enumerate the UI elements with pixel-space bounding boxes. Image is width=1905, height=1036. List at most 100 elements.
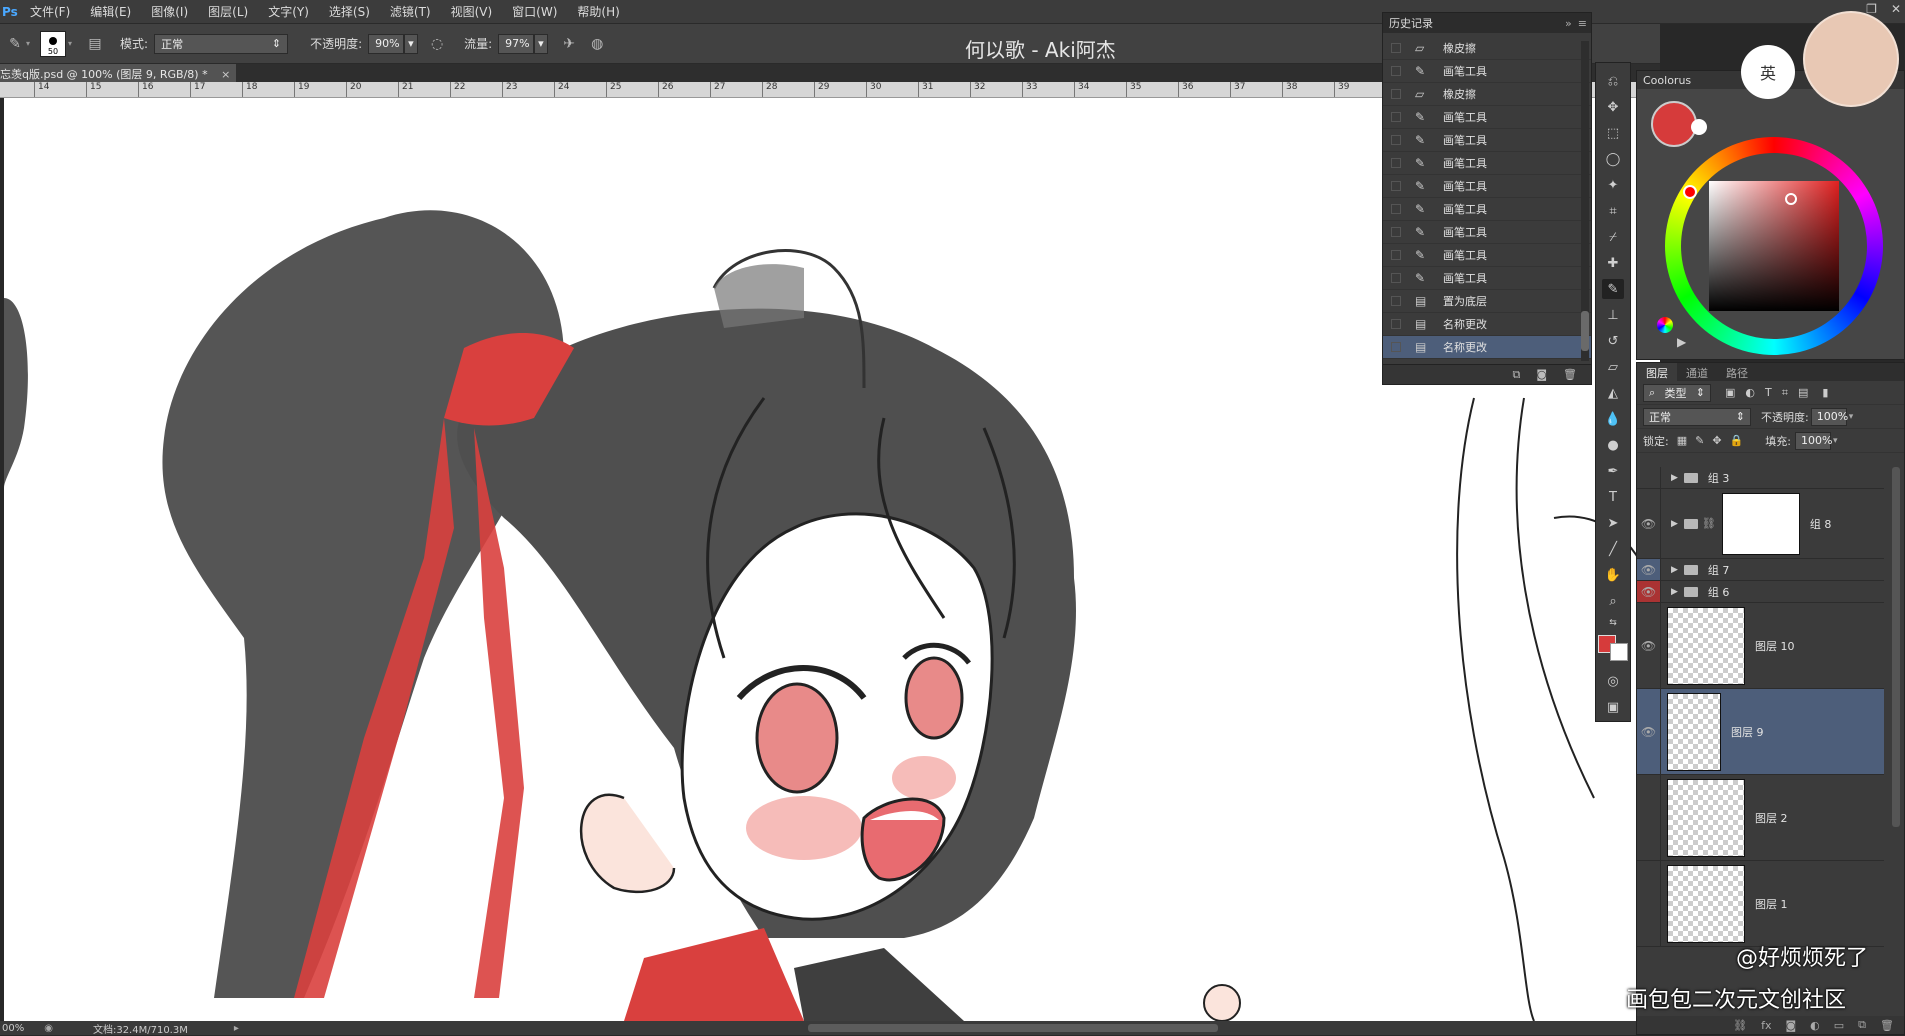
eye-icon[interactable]: 👁 (1637, 603, 1661, 688)
panel-menu-icon[interactable]: ≡ (1578, 17, 1587, 30)
layer-row[interactable]: 图层 2 (1637, 775, 1884, 861)
color-swatches[interactable] (1598, 635, 1628, 665)
menu-image[interactable]: 图像(I) (141, 3, 198, 20)
visibility-toggle[interactable] (1637, 861, 1661, 946)
background-color[interactable] (1610, 643, 1628, 661)
tab-layers[interactable]: 图层 (1637, 363, 1677, 381)
layer-opacity-input[interactable]: 100% (1810, 407, 1848, 426)
swap-colors-icon[interactable]: ⇆ (1602, 617, 1624, 629)
history-brush-icon[interactable]: ↺ (1602, 331, 1624, 351)
crop-tool-icon[interactable]: ⌗ (1602, 201, 1624, 221)
menu-layer[interactable]: 图层(L) (198, 3, 258, 20)
history-checkbox[interactable] (1391, 250, 1401, 260)
history-checkbox[interactable] (1391, 296, 1401, 306)
paint-bucket-icon[interactable]: ◭ (1602, 383, 1624, 403)
screen-mode-icon[interactable]: ▣ (1602, 697, 1624, 717)
history-checkbox[interactable] (1391, 112, 1401, 122)
history-brush-panel-icon[interactable]: ⎌ (1602, 71, 1624, 91)
visibility-toggle[interactable] (1637, 775, 1661, 860)
mask-icon[interactable]: ◙ (1785, 1019, 1796, 1032)
eraser-tool-icon[interactable]: ▱ (1602, 357, 1624, 377)
menu-window[interactable]: 窗口(W) (502, 3, 567, 20)
expand-arrow-icon[interactable]: ▶ (1671, 587, 1678, 597)
filter-pixel-icon[interactable]: ▣ (1725, 386, 1735, 399)
history-item[interactable]: ▤ 置为底层 (1383, 290, 1591, 313)
history-checkbox[interactable] (1391, 158, 1401, 168)
history-item[interactable]: ✎ 画笔工具 (1383, 129, 1591, 152)
layer-row-selected[interactable]: 👁 图层 9 (1637, 689, 1884, 775)
history-item[interactable]: ✎ 画笔工具 (1383, 60, 1591, 83)
new-group-icon[interactable]: ▭ (1834, 1019, 1844, 1032)
path-select-icon[interactable]: ➤ (1602, 513, 1624, 533)
lock-all-icon[interactable]: 🔒 (1730, 434, 1744, 447)
opacity-input[interactable]: 90% (368, 33, 405, 54)
history-checkbox[interactable] (1391, 319, 1401, 329)
expand-arrow-icon[interactable]: ▶ (1671, 473, 1678, 483)
airbrush-icon[interactable]: ✈ (558, 33, 580, 55)
lock-pixels-icon[interactable]: ✎ (1695, 434, 1704, 447)
history-item[interactable]: ✎ 画笔工具 (1383, 152, 1591, 175)
collapse-panel-icon[interactable]: » (1565, 17, 1572, 30)
pressure-opacity-icon[interactable]: ◌ (426, 33, 448, 55)
history-checkbox[interactable] (1391, 181, 1401, 191)
expand-arrow-icon[interactable]: ▶ (1671, 565, 1678, 575)
horizontal-scrollbar[interactable] (808, 1024, 1218, 1032)
history-item[interactable]: ▱ 橡皮擦 (1383, 83, 1591, 106)
group-mask-thumbnail[interactable] (1721, 492, 1800, 555)
opacity-dropdown-icon[interactable]: ▾ (404, 33, 419, 54)
eye-icon[interactable]: 👁 (1637, 559, 1661, 580)
blend-mode-select[interactable]: 正常 ⇕ (1643, 407, 1751, 426)
filter-toggle-icon[interactable]: ▮ (1822, 386, 1828, 399)
pressure-size-icon[interactable]: ◍ (586, 33, 608, 55)
history-checkbox[interactable] (1391, 89, 1401, 99)
trash-icon[interactable]: 🗑 (1563, 368, 1577, 381)
eyedropper-icon[interactable]: ⌿ (1602, 227, 1624, 247)
magic-wand-icon[interactable]: ✦ (1602, 175, 1624, 195)
zoom-tool-icon[interactable]: ⌕ (1602, 591, 1624, 611)
filter-adjust-icon[interactable]: ◐ (1745, 386, 1755, 399)
saturation-value-square[interactable] (1709, 181, 1839, 311)
history-checkbox[interactable] (1391, 204, 1401, 214)
menu-view[interactable]: 视图(V) (441, 3, 503, 20)
play-icon[interactable]: ▶ (1677, 335, 1686, 349)
history-scroll-thumb[interactable] (1581, 311, 1589, 351)
quick-mask-icon[interactable]: ◎ (1602, 671, 1624, 691)
healing-brush-icon[interactable]: ✚ (1602, 253, 1624, 273)
lock-transparent-icon[interactable]: ▦ (1677, 434, 1687, 447)
layer-filter-select[interactable]: ⌕ 类型 ⇕ (1643, 383, 1711, 402)
layer-opacity-dropdown-icon[interactable]: ▾ (1849, 412, 1854, 422)
status-menu-arrow-icon[interactable]: ▸ (234, 1023, 239, 1034)
filter-type-icon[interactable]: T (1765, 386, 1772, 399)
filter-shape-icon[interactable]: ⌗ (1782, 386, 1788, 400)
layer-thumbnail[interactable] (1667, 864, 1745, 943)
history-checkbox[interactable] (1391, 43, 1401, 53)
coolorus-mode-icon[interactable] (1657, 317, 1673, 333)
marquee-tool-icon[interactable]: ⬚ (1602, 123, 1624, 143)
fx-icon[interactable]: fx (1761, 1019, 1771, 1032)
trash-icon[interactable]: 🗑 (1880, 1019, 1894, 1032)
eye-icon[interactable]: 👁 (1637, 489, 1661, 558)
layer-group-row[interactable]: 👁 ▶ 组 7 (1637, 559, 1884, 581)
layer-thumbnail[interactable] (1667, 692, 1721, 771)
menu-type[interactable]: 文字(Y) (258, 3, 319, 20)
menu-file[interactable]: 文件(F) (20, 3, 80, 20)
document-tab[interactable]: 忘羡q版.psd @ 100% (图层 9, RGB/8) * × (0, 64, 237, 82)
eye-icon[interactable]: 👁 (1637, 689, 1661, 774)
history-item[interactable]: ✎ 画笔工具 (1383, 267, 1591, 290)
history-checkbox[interactable] (1391, 273, 1401, 283)
dodge-tool-icon[interactable]: ● (1602, 435, 1624, 455)
fill-input[interactable]: 100% (1794, 431, 1832, 450)
layers-scrollbar[interactable] (1892, 467, 1900, 827)
brush-size-dropdown-icon[interactable]: ▾ (68, 39, 72, 48)
secondary-color-swatch[interactable] (1691, 119, 1707, 135)
layer-group-row[interactable]: ▶ 组 3 (1637, 467, 1884, 489)
history-item[interactable]: ▤ 名称更改 (1383, 313, 1591, 336)
layer-row[interactable]: 图层 1 (1637, 861, 1884, 947)
status-info-icon[interactable]: ◉ (44, 1023, 53, 1034)
menu-filter[interactable]: 滤镜(T) (380, 3, 441, 20)
type-tool-icon[interactable]: T (1602, 487, 1624, 507)
lock-position-icon[interactable]: ✥ (1712, 434, 1721, 447)
tool-preset-dropdown-icon[interactable]: ▾ (26, 39, 30, 48)
expand-arrow-icon[interactable]: ▶ (1671, 519, 1678, 529)
history-checkbox[interactable] (1391, 135, 1401, 145)
